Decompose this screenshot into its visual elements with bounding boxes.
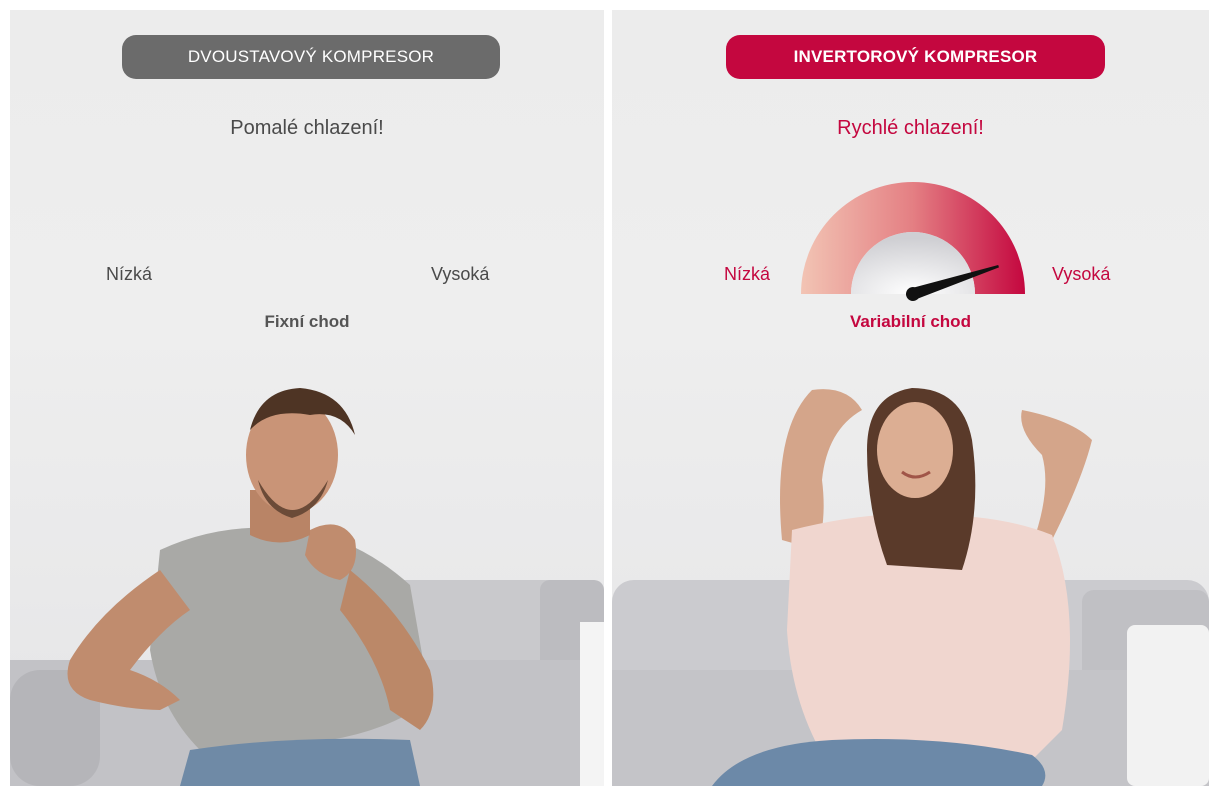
gauge-high-label: Vysoká xyxy=(431,264,490,284)
operation-mode-label: Variabilní chod xyxy=(850,312,971,331)
gauge-low-label: Nízká xyxy=(106,264,153,284)
cooling-headline: Rychlé chlazení! xyxy=(837,117,984,139)
gauge-high-label: Vysoká xyxy=(1052,264,1111,284)
operation-mode-label: Fixní chod xyxy=(264,312,350,331)
left-panel: DVOUSTAVOVÝ KOMPRESOR Pomalé chlazení! N… xyxy=(10,10,604,786)
speed-gauge xyxy=(801,182,1025,301)
compressor-type-badge: DVOUSTAVOVÝ KOMPRESOR xyxy=(122,35,500,79)
compressor-type-badge: INVERTOROVÝ KOMPRESOR xyxy=(726,35,1105,79)
cooling-headline: Pomalé chlazení! xyxy=(230,117,384,139)
right-panel: INVERTOROVÝ KOMPRESOR Rychlé chlazení! N… xyxy=(612,10,1209,786)
gauge-low-label: Nízká xyxy=(724,264,771,284)
